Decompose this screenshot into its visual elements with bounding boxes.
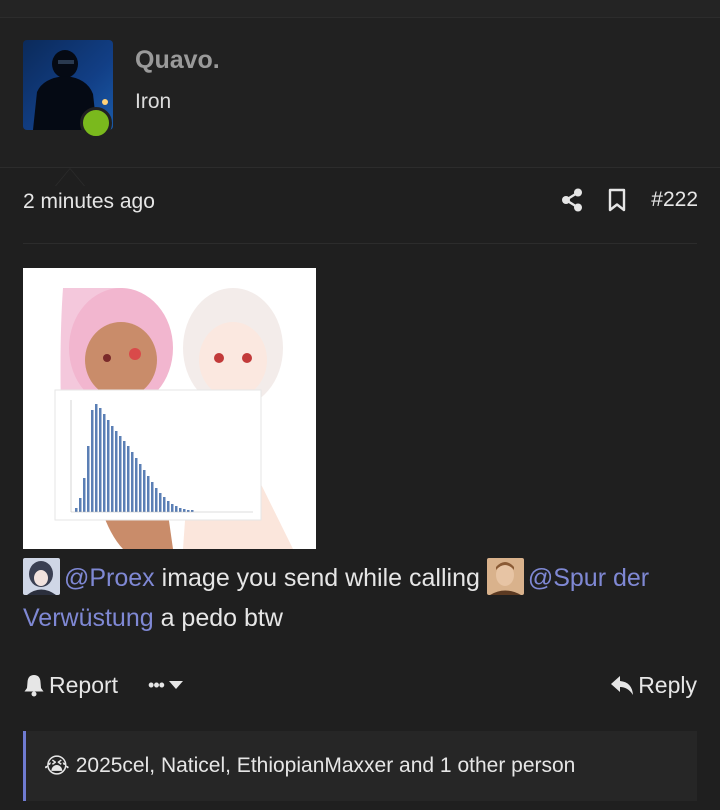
post-text-part-1: image you send while calling bbox=[154, 564, 487, 592]
bell-icon bbox=[24, 675, 44, 697]
author-username[interactable]: Quavo. bbox=[135, 46, 220, 75]
post-meta-actions: #222 bbox=[561, 188, 698, 212]
reply-label: Reply bbox=[638, 671, 697, 698]
reply-arrow-icon bbox=[611, 676, 634, 695]
crying-laughing-emoji-icon: 😭 bbox=[44, 753, 70, 778]
bookmark-icon[interactable] bbox=[607, 188, 627, 212]
more-options-button[interactable]: ••• bbox=[148, 675, 184, 696]
mention-proex[interactable]: @Proex bbox=[64, 564, 155, 592]
post-number-link[interactable]: #222 bbox=[651, 188, 698, 212]
post-body: @Proex image you send while calling @Spu… bbox=[23, 558, 703, 638]
post-text-part-2: a pedo btw bbox=[153, 604, 283, 632]
report-button[interactable]: Report bbox=[23, 672, 118, 699]
post-actions-bar: Report ••• Reply bbox=[23, 668, 697, 702]
mention-avatar-proex[interactable] bbox=[23, 558, 60, 595]
post-divider bbox=[23, 243, 697, 244]
author-title: Iron bbox=[135, 90, 172, 113]
author-block: Quavo. Iron bbox=[0, 18, 720, 186]
online-status-indicator bbox=[80, 107, 112, 139]
top-bar bbox=[0, 0, 720, 18]
reply-button[interactable]: Reply bbox=[610, 672, 697, 699]
share-icon[interactable] bbox=[561, 188, 583, 212]
more-options-label: ••• bbox=[148, 674, 165, 695]
author-pointer-inner bbox=[56, 169, 84, 186]
caret-down-icon bbox=[168, 681, 183, 689]
post-image-attachment[interactable] bbox=[23, 268, 316, 549]
report-label: Report bbox=[49, 671, 119, 698]
post-time[interactable]: 2 minutes ago bbox=[23, 190, 155, 214]
reactions-users-text[interactable]: 2025cel, Naticel, EthiopianMaxxer and 1 … bbox=[76, 754, 576, 778]
mention-avatar-spur[interactable] bbox=[486, 558, 524, 595]
reactions-bar[interactable]: 😭 2025cel, Naticel, EthiopianMaxxer and … bbox=[23, 731, 697, 801]
